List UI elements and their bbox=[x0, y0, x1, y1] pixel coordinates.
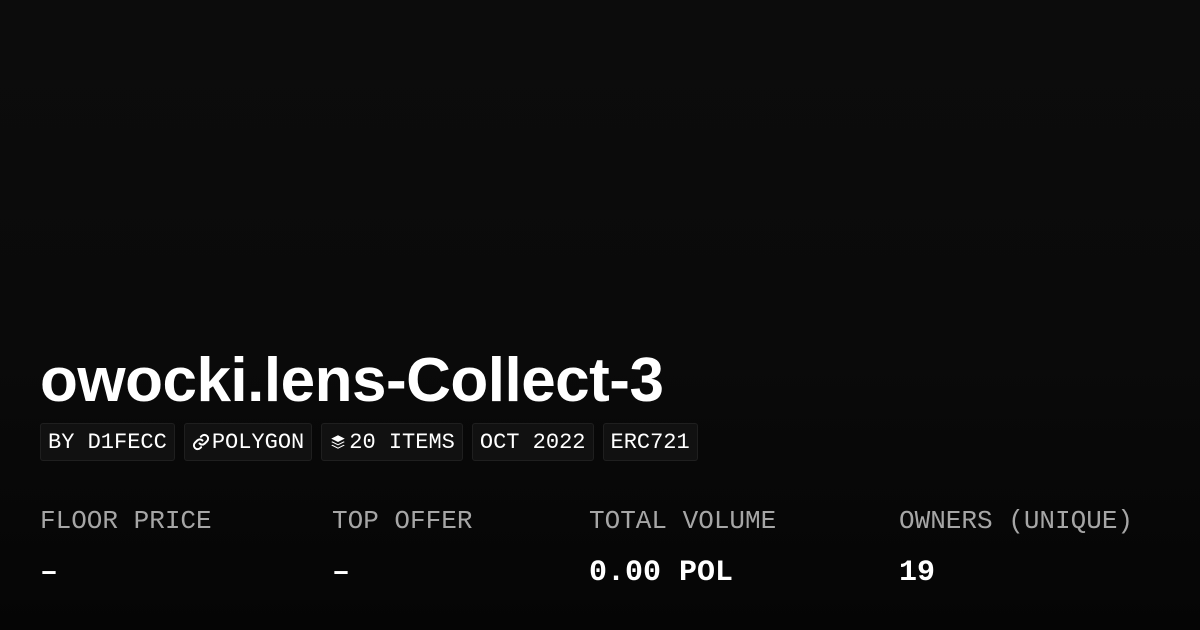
chain-chip[interactable]: POLYGON bbox=[183, 423, 313, 461]
layers-icon bbox=[329, 433, 347, 451]
floor-price-stat: FLOOR PRICE – bbox=[40, 505, 212, 590]
date-chip-label: OCT 2022 bbox=[479, 429, 586, 455]
collection-title: owocki.lens-Collect-3 bbox=[40, 346, 664, 415]
owners-stat: OWNERS (UNIQUE) 19 bbox=[899, 505, 1133, 590]
creator-chip-label: BY D1FECC bbox=[48, 429, 167, 455]
link-icon bbox=[192, 433, 210, 451]
total-volume-stat: TOTAL VOLUME 0.00 POL bbox=[589, 505, 776, 590]
owners-label: OWNERS (UNIQUE) bbox=[899, 506, 1134, 536]
collection-meta-chips: BY D1FECC POLYGON 20 ITEMS OCT 2022 ERC7… bbox=[40, 423, 698, 461]
top-offer-value: – bbox=[332, 556, 351, 590]
total-volume-label: TOTAL VOLUME bbox=[589, 506, 777, 536]
date-chip: OCT 2022 bbox=[471, 423, 594, 461]
top-offer-label: TOP OFFER bbox=[332, 506, 473, 536]
owners-value: 19 bbox=[899, 556, 936, 590]
creator-chip[interactable]: BY D1FECC bbox=[40, 423, 175, 461]
floor-price-value: – bbox=[40, 556, 59, 590]
top-offer-stat: TOP OFFER – bbox=[332, 505, 472, 590]
token-standard-chip: ERC721 bbox=[602, 423, 698, 461]
chain-chip-label: POLYGON bbox=[211, 429, 305, 455]
items-chip-label: 20 ITEMS bbox=[349, 429, 455, 455]
token-standard-chip-label: ERC721 bbox=[610, 429, 690, 455]
total-volume-value: 0.00 POL bbox=[589, 556, 734, 590]
items-chip[interactable]: 20 ITEMS bbox=[321, 423, 463, 461]
floor-price-label: FLOOR PRICE bbox=[40, 506, 212, 536]
